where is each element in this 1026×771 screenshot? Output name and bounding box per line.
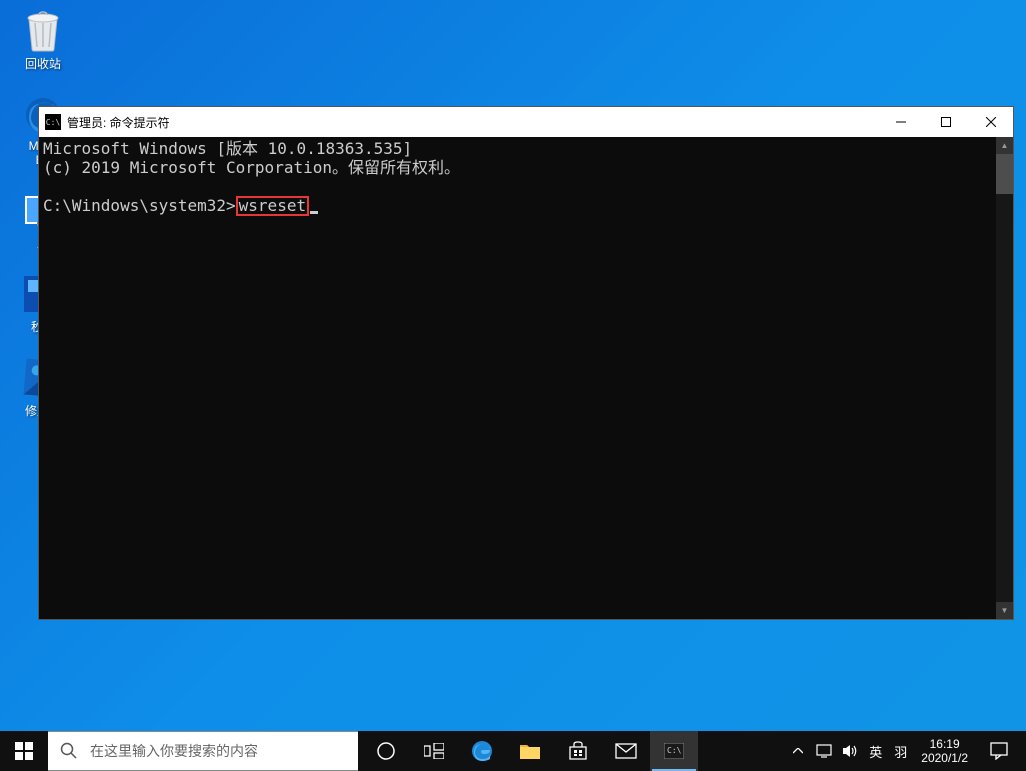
icon-label: 回收站 bbox=[25, 55, 61, 72]
terminal-icon: C:\ bbox=[664, 743, 684, 759]
terminal-output[interactable]: Microsoft Windows [版本 10.0.18363.535] (c… bbox=[39, 137, 996, 619]
command-prompt-window: C:\ 管理员: 命令提示符 Microsoft Windows [版本 10.… bbox=[38, 106, 1014, 620]
system-tray: 英 羽 16:19 2020/1/2 bbox=[785, 731, 1026, 771]
task-view-icon bbox=[424, 743, 444, 759]
trash-icon bbox=[22, 10, 64, 52]
clock-time: 16:19 bbox=[930, 737, 960, 751]
clock-date: 2020/1/2 bbox=[921, 751, 968, 765]
cortana-button[interactable] bbox=[362, 731, 410, 771]
monitor-small-icon bbox=[816, 744, 832, 758]
recycle-bin-icon[interactable]: 回收站 bbox=[8, 10, 78, 72]
volume-icon[interactable] bbox=[837, 731, 863, 771]
scroll-thumb[interactable] bbox=[996, 154, 1013, 194]
notifications-button[interactable] bbox=[976, 742, 1022, 760]
taskbar: 在这里输入你要搜索的内容 bbox=[0, 731, 1026, 771]
scrollbar[interactable]: ▲ ▼ bbox=[996, 137, 1013, 619]
search-icon bbox=[60, 742, 78, 760]
notification-icon bbox=[990, 742, 1008, 760]
copyright-line: (c) 2019 Microsoft Corporation。保留所有权利。 bbox=[43, 158, 460, 177]
folder-icon bbox=[519, 742, 541, 760]
ime-language[interactable]: 英 bbox=[863, 742, 888, 761]
edge-taskbar-button[interactable] bbox=[458, 731, 506, 771]
typed-command: wsreset bbox=[236, 196, 309, 216]
window-controls bbox=[878, 107, 1013, 137]
close-button[interactable] bbox=[968, 107, 1013, 137]
cursor bbox=[310, 211, 318, 214]
scroll-down-button[interactable]: ▼ bbox=[996, 602, 1013, 619]
ime-mode[interactable]: 羽 bbox=[888, 742, 913, 761]
store-button[interactable] bbox=[554, 731, 602, 771]
edge-icon bbox=[470, 739, 494, 763]
chevron-up-icon bbox=[793, 748, 803, 754]
scroll-track[interactable] bbox=[996, 154, 1013, 602]
windows-icon bbox=[15, 742, 33, 760]
file-explorer-button[interactable] bbox=[506, 731, 554, 771]
close-icon bbox=[986, 117, 996, 127]
minimize-button[interactable] bbox=[878, 107, 923, 137]
titlebar[interactable]: C:\ 管理员: 命令提示符 bbox=[39, 107, 1013, 137]
task-view-button[interactable] bbox=[410, 731, 458, 771]
svg-text:C:\: C:\ bbox=[667, 746, 682, 755]
window-title: 管理员: 命令提示符 bbox=[67, 114, 878, 131]
cmd-icon: C:\ bbox=[45, 114, 61, 130]
maximize-button[interactable] bbox=[923, 107, 968, 137]
mail-icon bbox=[615, 743, 637, 759]
mail-button[interactable] bbox=[602, 731, 650, 771]
version-line: Microsoft Windows [版本 10.0.18363.535] bbox=[43, 139, 412, 158]
maximize-icon bbox=[941, 117, 951, 127]
search-placeholder: 在这里输入你要搜索的内容 bbox=[90, 741, 258, 761]
store-icon bbox=[568, 741, 588, 761]
task-items: C:\ bbox=[362, 731, 698, 771]
tray-expand-button[interactable] bbox=[785, 731, 811, 771]
search-box[interactable]: 在这里输入你要搜索的内容 bbox=[48, 731, 358, 771]
scroll-up-button[interactable]: ▲ bbox=[996, 137, 1013, 154]
network-icon[interactable] bbox=[811, 731, 837, 771]
circle-icon bbox=[376, 741, 396, 761]
prompt-text: C:\Windows\system32> bbox=[43, 196, 236, 215]
cmd-taskbar-button[interactable]: C:\ bbox=[650, 731, 698, 771]
minimize-icon bbox=[896, 117, 906, 127]
terminal-area: Microsoft Windows [版本 10.0.18363.535] (c… bbox=[39, 137, 1013, 619]
clock[interactable]: 16:19 2020/1/2 bbox=[913, 737, 976, 765]
start-button[interactable] bbox=[0, 731, 48, 771]
speaker-icon bbox=[842, 744, 858, 758]
